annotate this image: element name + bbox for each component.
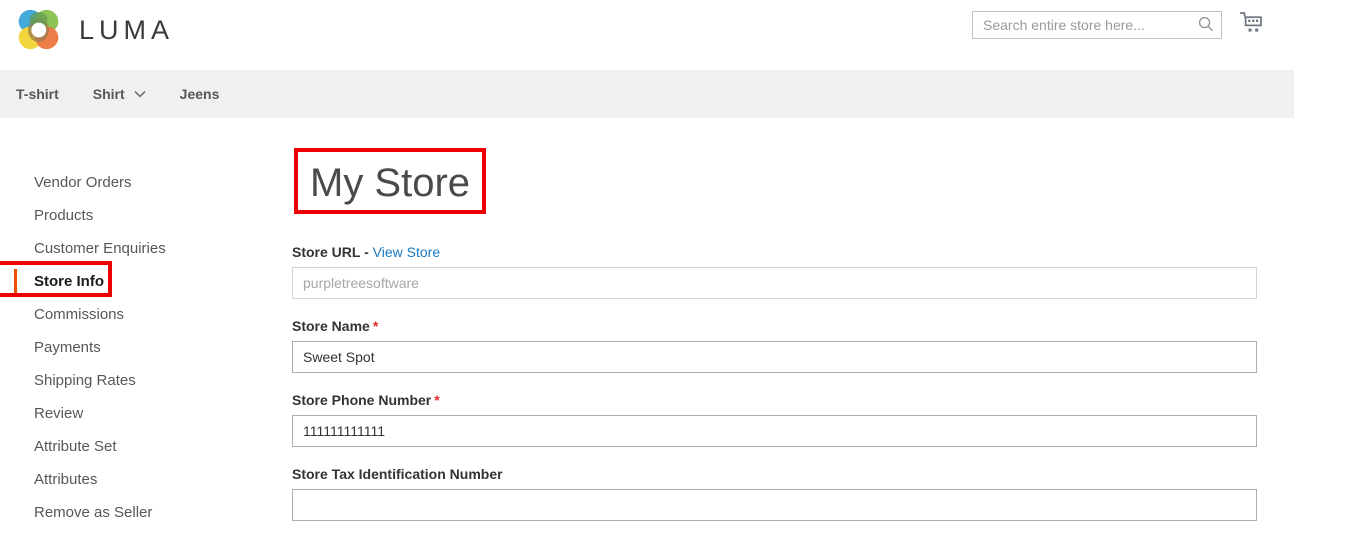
store-phone-number-input[interactable] xyxy=(292,415,1257,447)
nav-item-jeens[interactable]: Jeens xyxy=(180,86,220,102)
sidebar-item-label: Customer Enquiries xyxy=(34,240,166,257)
field-store-phone-number: Store Phone Number * xyxy=(292,392,1257,447)
field-store-name: Store Name * xyxy=(292,318,1257,373)
sidebar-item-shipping-rates[interactable]: Shipping Rates xyxy=(0,364,292,397)
sidebar-item-label: Products xyxy=(34,207,94,224)
store-info-form: Store URL - View Store Store Name* Store… xyxy=(292,244,1257,521)
field-label-store-phone-number: Store Phone Number * xyxy=(292,392,1257,408)
brand-name: LUMA xyxy=(79,14,175,45)
sidebar-item-label: Attributes xyxy=(34,471,98,488)
sidebar-item-attribute-set[interactable]: Attribute Set xyxy=(0,430,292,463)
nav-item-t-shirt[interactable]: T-shirt xyxy=(16,86,59,102)
chevron-down-icon xyxy=(134,90,146,98)
nav-item-label: Jeens xyxy=(179,86,220,102)
view-store-link[interactable]: View Store xyxy=(373,244,440,260)
field-label-text: Store Phone Number xyxy=(292,392,432,408)
field-store-tax-id: Store Tax Identification Number xyxy=(292,466,1257,521)
logo[interactable]: LUMA xyxy=(16,7,174,53)
store-name-input[interactable] xyxy=(292,341,1257,373)
luma-flower-logo-icon xyxy=(16,7,62,53)
nav-item-shirt[interactable]: Shirt xyxy=(93,86,146,102)
search-icon xyxy=(1198,16,1214,35)
main-content: My Store Store URL - View Store Store Na… xyxy=(292,148,1359,540)
page-title: My Store xyxy=(310,161,471,205)
sidebar-item-label: Payments xyxy=(34,339,101,356)
header-actions xyxy=(972,11,1359,39)
sidebar-item-store-info[interactable]: Store Info xyxy=(0,261,292,298)
store-url-input[interactable] xyxy=(292,267,1257,299)
shopping-cart-icon xyxy=(1240,11,1264,39)
field-label-store-tax-id: Store Tax Identification Number xyxy=(292,466,1257,482)
field-label-text: Store Tax Identification Number xyxy=(292,466,503,482)
sidebar-item-label: Remove as Seller xyxy=(34,504,153,521)
sidebar-item-vendor-orders[interactable]: Vendor Orders xyxy=(0,166,292,199)
field-label-store-url: Store URL - View Store xyxy=(292,244,1257,260)
search-box[interactable] xyxy=(972,11,1222,39)
sidebar-item-label: Review xyxy=(34,405,84,422)
sidebar-item-label: Commissions xyxy=(34,306,125,323)
field-label-store-name: Store Name * xyxy=(292,318,1257,334)
cart-button[interactable] xyxy=(1240,11,1264,39)
required-asterisk: * xyxy=(434,392,440,408)
nav-item-label: Shirt xyxy=(92,86,125,102)
field-store-url: Store URL - View Store xyxy=(292,244,1257,299)
sidebar-item-label: Shipping Rates xyxy=(34,372,136,389)
nav-item-label: T-shirt xyxy=(16,86,59,102)
sidebar-item-label: Store Info xyxy=(34,273,104,290)
sidebar-item-customer-enquiries[interactable]: Customer Enquiries xyxy=(0,232,292,265)
search-button[interactable] xyxy=(1191,12,1221,38)
label-separator: - xyxy=(360,244,373,260)
site-header: LUMA xyxy=(0,0,1359,70)
store-tax-id-input[interactable] xyxy=(292,489,1257,521)
sidebar-item-remove-as-seller[interactable]: Remove as Seller xyxy=(0,496,292,529)
page-title-holder: My Store xyxy=(294,148,487,214)
sidebar-item-payments[interactable]: Payments xyxy=(0,331,292,364)
sidebar-item-review[interactable]: Review xyxy=(0,397,292,430)
page-body: Vendor Orders Products Customer Enquirie… xyxy=(0,118,1359,540)
sidebar-item-label: Attribute Set xyxy=(34,438,117,455)
sidebar-item-attributes[interactable]: Attributes xyxy=(0,463,292,496)
required-asterisk: * xyxy=(372,318,379,334)
field-label-text: Store Name xyxy=(292,318,370,334)
sidebar-item-label: Vendor Orders xyxy=(34,174,132,191)
sidebar-item-commissions[interactable]: Commissions xyxy=(0,298,292,331)
search-input[interactable] xyxy=(973,12,1191,38)
sidebar-item-products[interactable]: Products xyxy=(0,199,292,232)
vendor-sidebar: Vendor Orders Products Customer Enquirie… xyxy=(0,148,292,540)
field-label-text: Store URL xyxy=(292,244,361,260)
main-navigation: T-shirt Shirt Jeens xyxy=(0,70,1294,118)
